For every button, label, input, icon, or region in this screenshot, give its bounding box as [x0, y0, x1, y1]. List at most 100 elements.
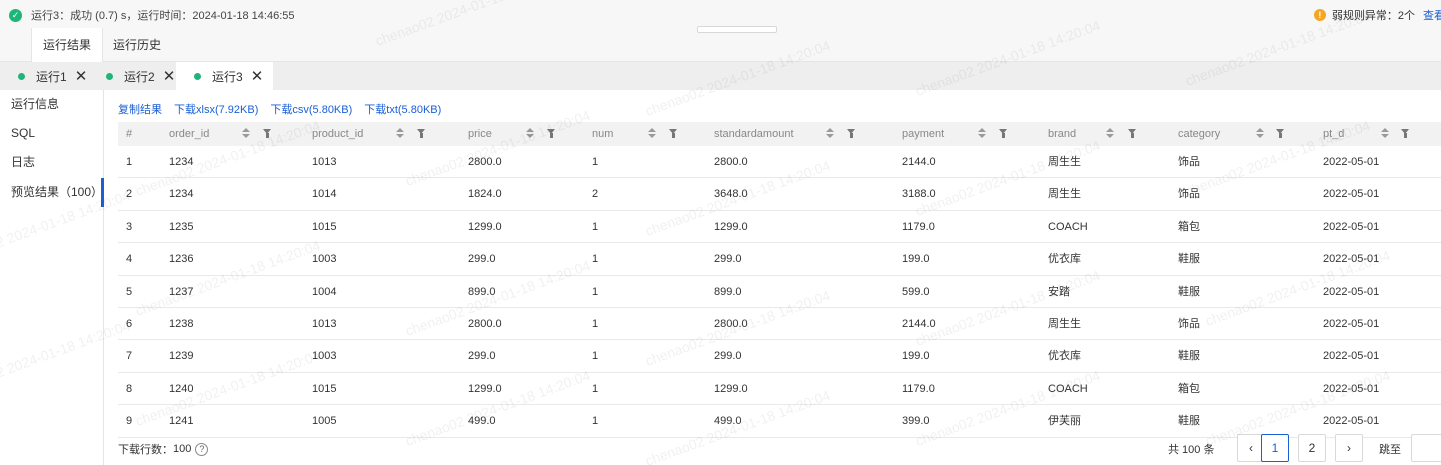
table-cell: COACH — [1048, 382, 1088, 395]
column-header-payment: payment — [902, 128, 945, 140]
tab-run-result[interactable]: 运行结果 — [31, 28, 104, 63]
table-cell: 6 — [126, 317, 133, 330]
warning-text: 弱规则异常：2个 — [1331, 10, 1415, 22]
filter-icon[interactable] — [1128, 129, 1137, 139]
table-cell: 1 — [592, 253, 599, 266]
table-cell: 199.0 — [902, 253, 930, 266]
copy-result-link[interactable]: 复制结果 — [118, 101, 162, 117]
table-row[interactable]: 6 1238 1013 2800.0 1 2800.0 2144.0 周生生 饰品 2022-05… — [118, 308, 1441, 341]
result-actions: 复制结果 下载xlsx(7.92KB) 下载csv(5.80KB) 下载txt(… — [118, 101, 453, 117]
close-icon[interactable]: ✕ — [75, 69, 88, 84]
table-cell: 鞋服 — [1178, 350, 1200, 363]
table-cell: 2022-05-01 — [1323, 382, 1380, 395]
table-row[interactable]: 8 1240 1015 1299.0 1 1299.0 1179.0 COACH 箱包 2022-… — [118, 373, 1441, 406]
filter-icon[interactable] — [547, 129, 556, 139]
table-cell: 1 — [592, 317, 599, 330]
download-txt-link[interactable]: 下载txt(5.80KB) — [364, 101, 441, 117]
table-cell: 299.0 — [714, 253, 742, 266]
filter-icon[interactable] — [999, 129, 1008, 139]
table-cell: 1015 — [312, 382, 337, 395]
table-cell: 鞋服 — [1178, 415, 1200, 428]
filter-icon[interactable] — [263, 129, 272, 139]
table-cell: 优衣库 — [1048, 350, 1081, 363]
table-row[interactable]: 9 1241 1005 499.0 1 499.0 399.0 伊芙丽 鞋服 2022-05-01 — [118, 405, 1441, 438]
table-cell: 2022-05-01 — [1323, 253, 1380, 266]
run-tab-1[interactable]: 运行1 ✕ — [0, 62, 95, 90]
table-cell: 1015 — [312, 220, 337, 233]
table-cell: 299.0 — [714, 350, 742, 363]
run-tab-3[interactable]: 运行3 ✕ — [176, 62, 274, 90]
view-warning-link[interactable]: 查看 — [1423, 7, 1441, 23]
page-2-button[interactable]: 2 — [1298, 434, 1326, 462]
table-row[interactable]: 1 1234 1013 2800.0 1 2800.0 2144.0 周生生 饰品 2022-05… — [118, 146, 1441, 179]
close-icon[interactable]: ✕ — [163, 69, 176, 84]
table-cell: 鞋服 — [1178, 285, 1200, 298]
table-cell: 1003 — [312, 253, 337, 266]
tab-run-history[interactable]: 运行历史 — [102, 28, 172, 62]
sort-icon[interactable] — [242, 128, 250, 140]
table-cell: 1241 — [169, 415, 194, 428]
sort-icon[interactable] — [1256, 128, 1264, 140]
panel-resize-handle[interactable] — [697, 26, 777, 33]
table-row[interactable]: 4 1236 1003 299.0 1 299.0 199.0 优衣库 鞋服 2022-05-01 — [118, 243, 1441, 276]
table-cell: 899.0 — [714, 285, 742, 298]
sort-icon[interactable] — [978, 128, 986, 140]
table-cell: 2022-05-01 — [1323, 156, 1380, 168]
table-cell: 2800.0 — [714, 156, 748, 168]
sidebar-item-sql[interactable]: SQL — [0, 119, 104, 148]
run-success-dot — [106, 72, 113, 80]
table-cell: 499.0 — [468, 415, 496, 428]
column-header-pt_d: pt_d — [1323, 128, 1345, 140]
table-row[interactable]: 2 1234 1014 1824.0 2 3648.0 3188.0 周生生 饰品 2022-05… — [118, 178, 1441, 211]
table-cell: 2022-05-01 — [1323, 415, 1380, 428]
filter-icon[interactable] — [1401, 129, 1410, 139]
table-cell: 1179.0 — [902, 220, 935, 233]
sort-icon[interactable] — [396, 128, 404, 140]
sort-icon[interactable] — [1106, 128, 1114, 140]
filter-icon[interactable] — [1276, 129, 1285, 139]
jump-page-input[interactable] — [1411, 434, 1441, 462]
table-cell: 7 — [126, 350, 133, 363]
table-footer: 下载行数： 100 ? 共 100 条 ‹ 1 2 › 跳至 — [118, 434, 1441, 464]
close-icon[interactable]: ✕ — [251, 69, 264, 84]
table-cell: 2800.0 — [468, 156, 502, 168]
sidebar-item-run-info[interactable]: 运行信息 — [0, 90, 104, 119]
sort-icon[interactable] — [648, 128, 656, 140]
table-cell: 899.0 — [468, 285, 496, 298]
table-cell: 箱包 — [1178, 220, 1200, 233]
run-tab-2[interactable]: 运行2 ✕ — [88, 62, 183, 90]
table-cell: 3 — [126, 220, 133, 233]
table-row[interactable]: 7 1239 1003 299.0 1 299.0 199.0 优衣库 鞋服 2022-05-01 — [118, 340, 1441, 373]
table-cell: 1235 — [169, 220, 194, 233]
table-cell: 1003 — [312, 350, 337, 363]
table-cell: 伊芙丽 — [1048, 415, 1081, 428]
sort-icon[interactable] — [1381, 128, 1389, 140]
help-icon[interactable]: ? — [195, 442, 209, 456]
sidebar-item-preview[interactable]: 预览结果（100） — [0, 178, 104, 207]
sort-icon[interactable] — [526, 128, 534, 140]
download-csv-link[interactable]: 下载csv(5.80KB) — [270, 101, 352, 117]
sidebar-item-log[interactable]: 日志 — [0, 148, 104, 177]
table-cell: 1 — [592, 415, 599, 428]
table-row[interactable]: 5 1237 1004 899.0 1 899.0 599.0 安踏 鞋服 2022-05-01 — [118, 276, 1441, 308]
sort-icon[interactable] — [826, 128, 834, 140]
column-header-brand: brand — [1048, 128, 1077, 140]
filter-icon[interactable] — [847, 129, 856, 139]
table-cell: 1 — [592, 350, 599, 363]
table-cell: 1824.0 — [468, 188, 502, 201]
page-1-button[interactable]: 1 — [1261, 434, 1289, 462]
table-cell: 2144.0 — [902, 317, 936, 330]
next-page-button[interactable]: › — [1335, 434, 1363, 462]
jump-label: 跳至 — [1379, 444, 1401, 456]
table-cell: 2800.0 — [714, 317, 748, 330]
filter-icon[interactable] — [417, 129, 426, 139]
filter-icon[interactable] — [669, 129, 678, 139]
table-cell: 饰品 — [1178, 317, 1200, 330]
table-cell: 周生生 — [1048, 317, 1081, 330]
download-xlsx-link[interactable]: 下载xlsx(7.92KB) — [174, 101, 258, 117]
table-row[interactable]: 3 1235 1015 1299.0 1 1299.0 1179.0 COACH 箱包 2022-… — [118, 211, 1441, 244]
table-cell: 安踏 — [1048, 285, 1070, 298]
table-cell: 1236 — [169, 253, 194, 266]
run-success-dot — [194, 72, 201, 80]
column-header-price: price — [468, 128, 492, 140]
